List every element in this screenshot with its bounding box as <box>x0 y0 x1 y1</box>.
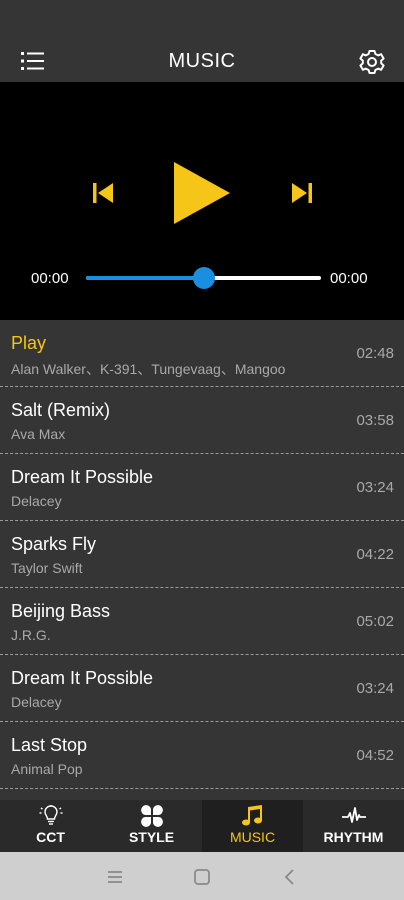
song-artist: Delacey <box>11 694 62 710</box>
tab-label: STYLE <box>128 829 175 845</box>
list-item[interactable]: Last Stop Animal Pop 04:52 <box>0 722 404 789</box>
song-duration: 03:24 <box>356 479 394 496</box>
bottom-tab-bar: CCT STYLE MUSIC RHYTHM <box>0 800 404 852</box>
tab-style[interactable]: STYLE <box>101 800 202 852</box>
song-artist: Taylor Swift <box>11 560 83 576</box>
menu-icon[interactable] <box>104 866 126 888</box>
song-title: Salt (Remix) <box>11 400 111 420</box>
song-duration: 04:22 <box>356 546 394 563</box>
pulse-icon <box>341 805 366 827</box>
song-artist: Animal Pop <box>11 761 83 777</box>
song-duration: 05:02 <box>356 613 394 630</box>
app-header: MUSIC <box>0 0 404 82</box>
song-duration: 02:48 <box>356 345 394 362</box>
progress-fill <box>86 276 204 280</box>
progress-knob[interactable] <box>192 267 215 289</box>
song-title: Dream It Possible <box>11 668 154 688</box>
song-duration: 03:58 <box>356 412 394 429</box>
playlist: Play Alan Walker、K-391、Tungevaag、Mangoo … <box>0 320 404 790</box>
song-title: Last Stop <box>11 735 88 755</box>
list-item[interactable]: Salt (Remix) Ava Max 03:58 <box>0 387 404 454</box>
bulb-icon <box>39 805 63 827</box>
previous-track-icon[interactable] <box>90 180 116 206</box>
list-item[interactable]: Dream It Possible Delacey 03:24 <box>0 655 404 722</box>
gear-icon[interactable] <box>358 48 386 76</box>
list-item[interactable]: Dream It Possible Delacey 03:24 <box>0 454 404 521</box>
current-time: 00:00 <box>31 270 69 287</box>
list-item[interactable]: Play Alan Walker、K-391、Tungevaag、Mangoo … <box>0 320 404 387</box>
play-icon[interactable] <box>170 160 232 226</box>
song-artist: Alan Walker、K-391、Tungevaag、Mangoo <box>11 361 286 377</box>
home-icon[interactable] <box>191 866 213 888</box>
song-title: Beijing Bass <box>11 601 111 621</box>
song-duration: 04:52 <box>356 747 394 764</box>
song-title: Play <box>11 333 47 353</box>
tab-cct[interactable]: CCT <box>0 800 101 852</box>
song-artist: Ava Max <box>11 426 66 442</box>
list-item[interactable]: Beijing Bass J.R.G. 05:02 <box>0 588 404 655</box>
song-artist: Delacey <box>11 493 62 509</box>
progress-slider[interactable] <box>86 267 321 289</box>
song-artist: J.R.G. <box>11 627 51 643</box>
song-title: Dream It Possible <box>11 467 154 487</box>
back-icon[interactable] <box>279 866 301 888</box>
tab-label: RHYTHM <box>323 829 384 845</box>
tab-label: CCT <box>36 829 65 845</box>
clover-icon <box>140 805 164 827</box>
total-time: 00:00 <box>330 270 368 287</box>
tab-rhythm[interactable]: RHYTHM <box>303 800 404 852</box>
page-title: MUSIC <box>168 50 236 72</box>
tab-label: MUSIC <box>229 829 276 845</box>
music-player: 00:00 00:00 <box>0 82 404 320</box>
next-track-icon[interactable] <box>289 180 315 206</box>
list-item[interactable]: Sparks Fly Taylor Swift 04:22 <box>0 521 404 588</box>
system-navigation-bar <box>0 852 404 900</box>
tab-music[interactable]: MUSIC <box>202 800 303 852</box>
song-title: Sparks Fly <box>11 534 97 554</box>
song-duration: 03:24 <box>356 680 394 697</box>
music-note-icon <box>241 805 265 827</box>
